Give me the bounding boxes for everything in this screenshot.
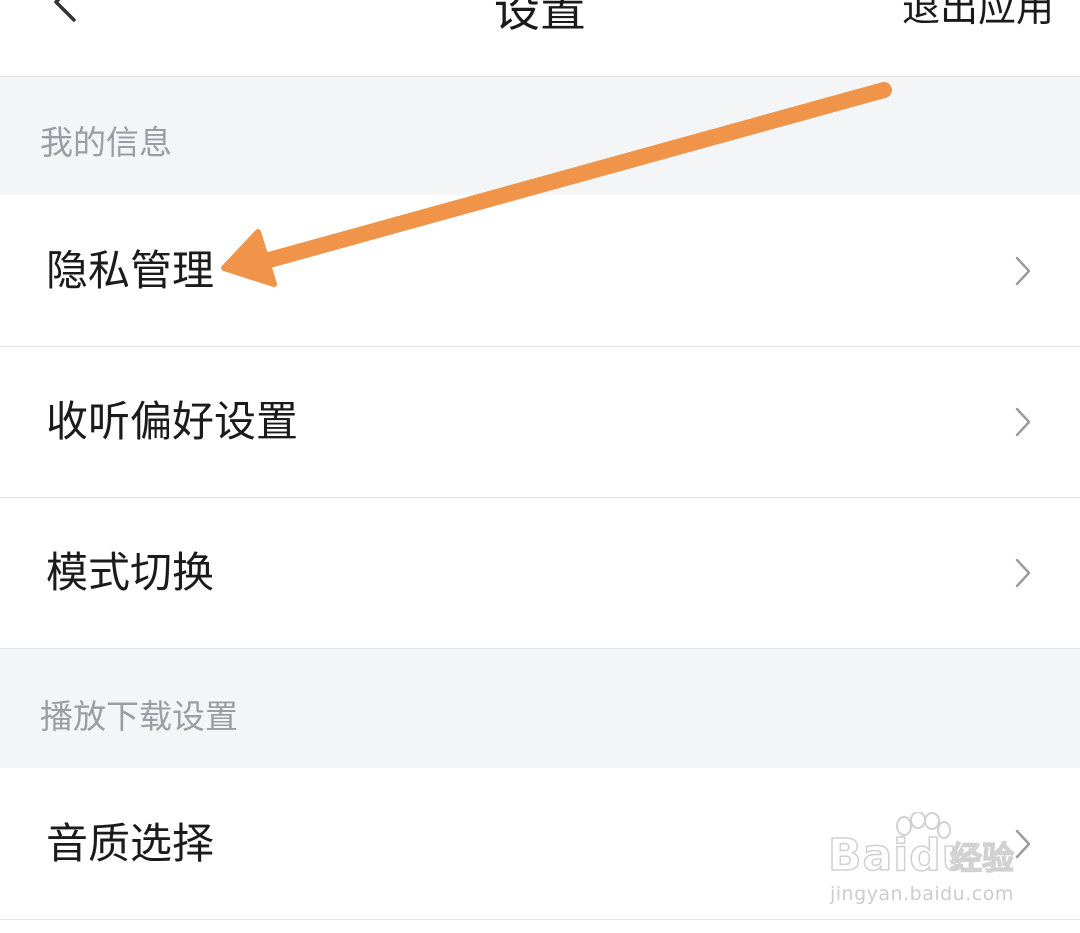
row-listening-preferences[interactable]: 收听偏好设置 — [0, 347, 1080, 498]
section-header-playback-download: 播放下载设置 — [0, 649, 1080, 768]
row-label: 音质选择 — [46, 819, 215, 868]
baidu-jingyan-watermark: Baidu 经验 jingyan.baidu.com — [827, 812, 1028, 912]
section-title: 我的信息 — [40, 123, 172, 162]
row-label: 隐私管理 — [46, 246, 215, 295]
nav-bar: 设置 退出应用 — [0, 0, 1080, 77]
chevron-right-icon — [1015, 256, 1031, 286]
watermark-url: jingyan.baidu.com — [830, 883, 1014, 905]
chevron-right-icon — [1015, 558, 1031, 588]
section-title: 播放下载设置 — [40, 697, 238, 736]
exit-app-button[interactable]: 退出应用 — [902, 0, 1054, 32]
row-privacy-management[interactable]: 隐私管理 — [0, 196, 1080, 347]
row-label: 收听偏好设置 — [46, 397, 299, 446]
section-header-my-info: 我的信息 — [0, 77, 1080, 195]
row-label: 模式切换 — [46, 548, 215, 597]
row-mode-switch[interactable]: 模式切换 — [0, 498, 1080, 649]
chevron-right-icon — [1015, 407, 1031, 437]
watermark-product: 经验 — [949, 838, 1015, 877]
